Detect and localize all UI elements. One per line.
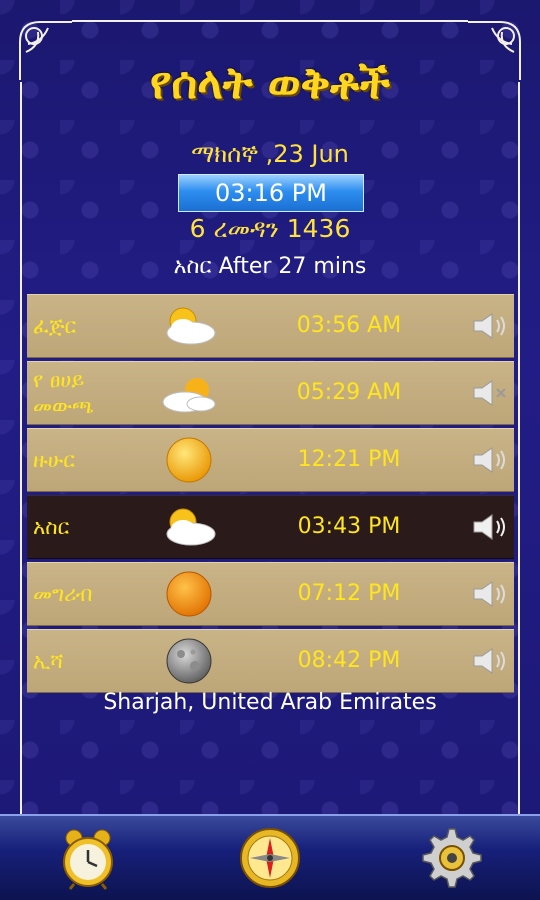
prayer-name: የ ፀሀይ መውጫ bbox=[33, 368, 94, 418]
prayer-name: አስር bbox=[33, 515, 70, 539]
speaker-icon[interactable] bbox=[470, 512, 508, 542]
prayer-time: 05:29 AM bbox=[296, 380, 402, 405]
prayer-times-list: ፈጅር 03:56 AM የ ፀሀይ መውጫ 05:29 AM ዙሁር 12:2… bbox=[27, 294, 514, 696]
speaker-icon[interactable] bbox=[470, 311, 508, 341]
next-prayer-countdown: አስር After 27 mins bbox=[173, 254, 367, 279]
prayer-row-sunrise[interactable]: የ ፀሀይ መውጫ 05:29 AM bbox=[27, 361, 514, 425]
prayer-row-asr[interactable]: አስር 03:43 PM bbox=[27, 495, 514, 559]
sun-icon bbox=[166, 437, 212, 483]
prayer-row-dhuhr[interactable]: ዙሁር 12:21 PM bbox=[27, 428, 514, 492]
current-time: 03:16 PM bbox=[178, 174, 364, 212]
frame-top-line bbox=[72, 20, 468, 22]
prayer-time: 12:21 PM bbox=[297, 447, 401, 472]
moon-icon bbox=[166, 638, 212, 684]
cloud-sun-icon bbox=[166, 307, 216, 345]
speaker-icon[interactable] bbox=[470, 445, 508, 475]
prayer-time: 03:43 PM bbox=[297, 514, 401, 539]
app-title: የሰላት ወቅቶች bbox=[149, 58, 391, 109]
prayer-row-isha[interactable]: ኢሻ 08:42 PM bbox=[27, 629, 514, 693]
speaker-icon[interactable] bbox=[470, 646, 508, 676]
bottom-nav-bar bbox=[0, 814, 540, 900]
prayer-name: ዙሁር bbox=[33, 448, 75, 472]
sunrise-cloud-icon bbox=[162, 378, 216, 413]
hijri-date: 6 ረመዳን 1436 bbox=[189, 214, 351, 243]
prayer-time: 07:12 PM bbox=[297, 581, 401, 606]
speaker-icon[interactable] bbox=[470, 579, 508, 609]
cloud-sun-icon bbox=[166, 508, 216, 546]
prayer-time: 03:56 AM bbox=[296, 313, 402, 338]
prayer-name: ፈጅር bbox=[33, 314, 77, 338]
prayer-name: መግሪብ bbox=[33, 582, 93, 606]
settings-gear-icon[interactable] bbox=[420, 826, 484, 890]
compass-icon[interactable] bbox=[238, 826, 302, 890]
sunset-icon bbox=[166, 571, 212, 617]
location-label: Sharjah, United Arab Emirates bbox=[103, 690, 437, 715]
speaker-muted-icon[interactable] bbox=[470, 378, 508, 408]
prayer-time: 08:42 PM bbox=[297, 648, 401, 673]
alarm-clock-icon[interactable] bbox=[56, 826, 120, 890]
prayer-row-fajr[interactable]: ፈጅር 03:56 AM bbox=[27, 294, 514, 358]
gregorian-date: ማክሰኞ ,23 Jun bbox=[191, 140, 349, 168]
prayer-name: ኢሻ bbox=[33, 649, 64, 673]
prayer-row-maghrib[interactable]: መግሪብ 07:12 PM bbox=[27, 562, 514, 626]
